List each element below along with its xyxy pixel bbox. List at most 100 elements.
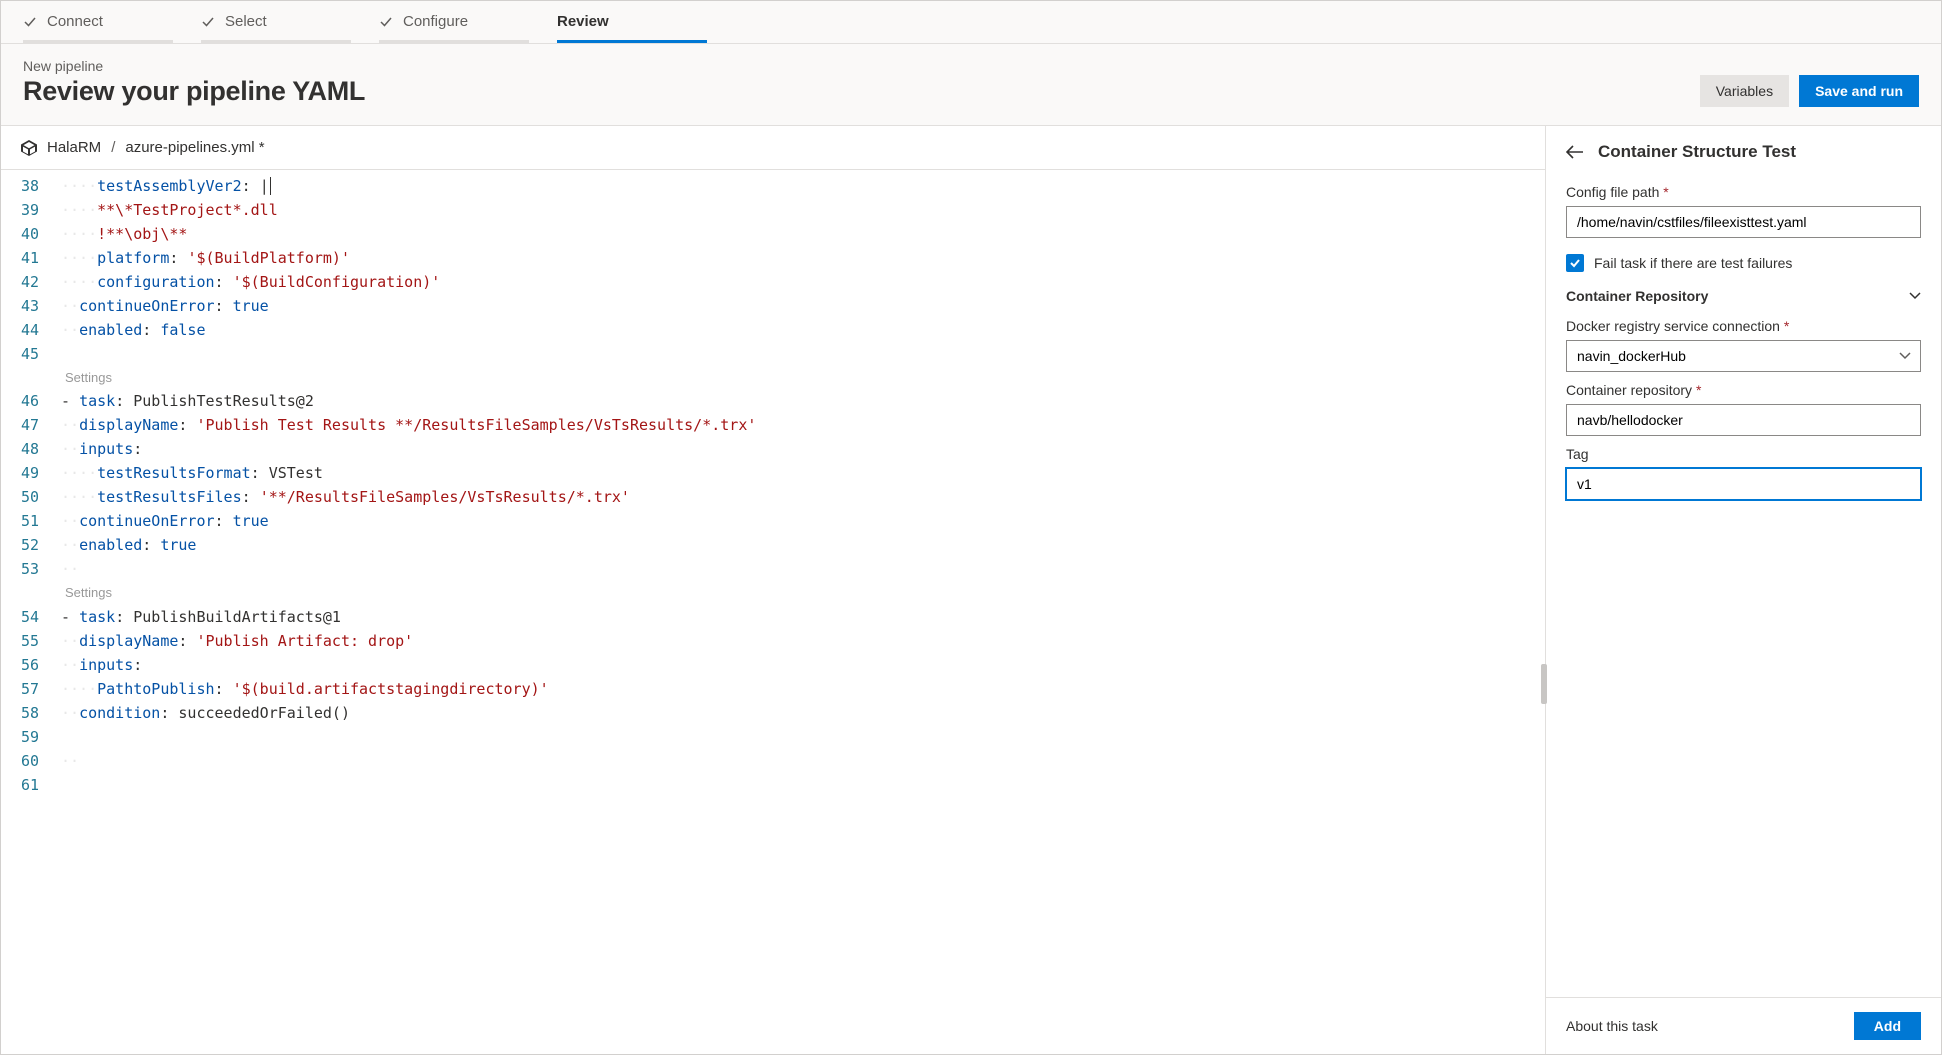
code-line[interactable]: 41····platform: '$(BuildPlatform)' — [1, 246, 1545, 270]
config-file-path-input[interactable] — [1566, 206, 1921, 238]
wizard-step-label: Configure — [403, 13, 468, 30]
checkmark-icon — [201, 15, 215, 29]
line-number: 57 — [1, 677, 57, 701]
fail-task-checkbox[interactable] — [1566, 254, 1584, 272]
panel-title: Container Structure Test — [1598, 142, 1796, 162]
code-line[interactable]: 60·· — [1, 749, 1545, 773]
line-number: 58 — [1, 701, 57, 725]
code-line[interactable]: 56··inputs: — [1, 653, 1545, 677]
line-content: ··displayName: 'Publish Artifact: drop' — [57, 629, 413, 653]
code-line[interactable]: 57····PathtoPublish: '$(build.artifactst… — [1, 677, 1545, 701]
line-content: ····**\*TestProject*.dll — [57, 198, 278, 222]
line-content: ··continueOnError: true — [57, 294, 269, 318]
line-content: ····PathtoPublish: '$(build.artifactstag… — [57, 677, 549, 701]
line-number: 54 — [1, 605, 57, 629]
wizard-step-review[interactable]: Review — [557, 13, 707, 43]
registry-connection-select[interactable] — [1566, 340, 1921, 372]
line-content: ··displayName: 'Publish Test Results **/… — [57, 413, 756, 437]
line-content: ·· — [57, 557, 79, 581]
line-number: 49 — [1, 461, 57, 485]
codelens-settings[interactable]: Settings — [1, 581, 1545, 604]
code-line[interactable]: 43··continueOnError: true — [1, 294, 1545, 318]
wizard-step-label: Review — [557, 13, 609, 30]
container-repository-input[interactable] — [1566, 404, 1921, 436]
code-line[interactable]: 59 — [1, 725, 1545, 749]
panel-resize-handle[interactable] — [1541, 664, 1547, 704]
code-line[interactable]: 49····testResultsFormat: VSTest — [1, 461, 1545, 485]
line-number: 61 — [1, 773, 57, 797]
text-caret — [270, 177, 271, 195]
line-number: 51 — [1, 509, 57, 533]
code-line[interactable]: 39····**\*TestProject*.dll — [1, 198, 1545, 222]
wizard-step-label: Select — [225, 13, 267, 30]
page-subtitle: New pipeline — [23, 58, 365, 74]
code-line[interactable]: 58··condition: succeededOrFailed() — [1, 701, 1545, 725]
line-number: 60 — [1, 749, 57, 773]
wizard-step-configure[interactable]: Configure — [379, 13, 529, 43]
yaml-editor[interactable]: 38····testAssemblyVer2: |39····**\*TestP… — [1, 170, 1545, 1054]
code-line[interactable]: 50····testResultsFiles: '**/ResultsFileS… — [1, 485, 1545, 509]
line-content: ··condition: succeededOrFailed() — [57, 701, 350, 725]
checkmark-icon — [379, 15, 393, 29]
variables-button[interactable]: Variables — [1700, 75, 1789, 107]
tag-input[interactable] — [1566, 468, 1921, 500]
code-line[interactable]: 42····configuration: '$(BuildConfigurati… — [1, 270, 1545, 294]
wizard-step-connect[interactable]: Connect — [23, 13, 173, 43]
wizard-step-select[interactable]: Select — [201, 13, 351, 43]
line-content: ·· — [57, 749, 79, 773]
line-number: 46 — [1, 389, 57, 413]
checkmark-icon — [1569, 257, 1581, 269]
breadcrumb-file[interactable]: azure-pipelines.yml * — [125, 139, 264, 156]
add-button[interactable]: Add — [1854, 1012, 1921, 1040]
line-number: 45 — [1, 342, 57, 366]
code-line[interactable]: 46- task: PublishTestResults@2 — [1, 389, 1545, 413]
wizard-steps: Connect Select Configure Review — [1, 1, 1941, 44]
code-line[interactable]: 38····testAssemblyVer2: | — [1, 174, 1545, 198]
line-number: 41 — [1, 246, 57, 270]
fail-task-checkbox-label: Fail task if there are test failures — [1594, 255, 1792, 271]
back-arrow-icon[interactable] — [1566, 145, 1584, 159]
code-line[interactable]: 48··inputs: — [1, 437, 1545, 461]
line-number: 47 — [1, 413, 57, 437]
save-and-run-button[interactable]: Save and run — [1799, 75, 1919, 107]
container-repository-section[interactable]: Container Repository — [1566, 288, 1921, 304]
line-content: ··enabled: false — [57, 318, 206, 342]
line-content: ··inputs: — [57, 437, 142, 461]
line-content: ····testResultsFiles: '**/ResultsFileSam… — [57, 485, 630, 509]
code-line[interactable]: 40····!**\obj\** — [1, 222, 1545, 246]
line-number: 50 — [1, 485, 57, 509]
line-content: ··inputs: — [57, 653, 142, 677]
line-number: 39 — [1, 198, 57, 222]
code-line[interactable]: 55··displayName: 'Publish Artifact: drop… — [1, 629, 1545, 653]
tag-label: Tag — [1566, 446, 1921, 462]
about-this-task-link[interactable]: About this task — [1566, 1018, 1658, 1034]
line-content — [57, 725, 61, 749]
code-line[interactable]: 54- task: PublishBuildArtifacts@1 — [1, 605, 1545, 629]
page-title: Review your pipeline YAML — [23, 76, 365, 107]
code-line[interactable]: 47··displayName: 'Publish Test Results *… — [1, 413, 1545, 437]
code-line[interactable]: 61 — [1, 773, 1545, 797]
code-line[interactable]: 51··continueOnError: true — [1, 509, 1545, 533]
code-line[interactable]: 44··enabled: false — [1, 318, 1545, 342]
wizard-step-label: Connect — [47, 13, 103, 30]
line-number: 43 — [1, 294, 57, 318]
line-number: 48 — [1, 437, 57, 461]
line-content: ····testResultsFormat: VSTest — [57, 461, 323, 485]
line-number: 59 — [1, 725, 57, 749]
line-content: ····platform: '$(BuildPlatform)' — [57, 246, 350, 270]
breadcrumb-repo[interactable]: HalaRM — [47, 139, 101, 156]
line-content: ··continueOnError: true — [57, 509, 269, 533]
code-line[interactable]: 52··enabled: true — [1, 533, 1545, 557]
line-content: ··enabled: true — [57, 533, 196, 557]
code-line[interactable]: 53·· — [1, 557, 1545, 581]
line-content: - task: PublishBuildArtifacts@1 — [57, 605, 341, 629]
registry-connection-label: Docker registry service connection * — [1566, 318, 1921, 334]
checkmark-icon — [23, 15, 37, 29]
line-number: 44 — [1, 318, 57, 342]
chevron-down-icon — [1909, 292, 1921, 300]
breadcrumb: HalaRM / azure-pipelines.yml * — [1, 126, 1545, 170]
line-number: 38 — [1, 174, 57, 198]
codelens-settings[interactable]: Settings — [1, 366, 1545, 389]
line-number: 40 — [1, 222, 57, 246]
code-line[interactable]: 45 — [1, 342, 1545, 366]
